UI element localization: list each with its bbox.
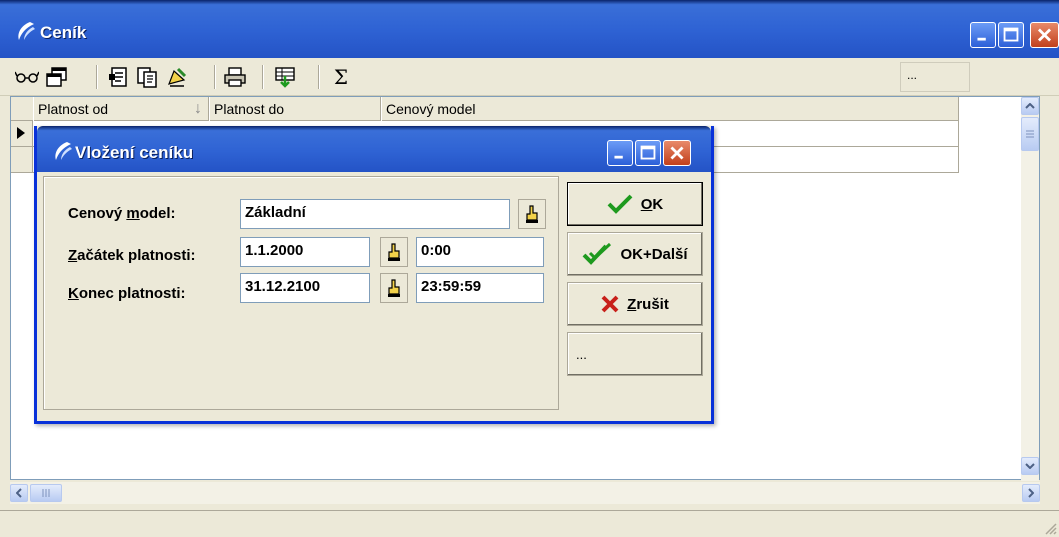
model-label: Cenový model:	[68, 205, 176, 222]
chevron-right-icon	[1028, 488, 1034, 498]
cross-icon	[601, 295, 619, 313]
maximize-button[interactable]	[998, 22, 1024, 48]
close-button[interactable]	[1030, 22, 1059, 48]
resize-grip-icon[interactable]	[1043, 521, 1057, 535]
column-header-platnost-od[interactable]: Platnost od ↓	[33, 97, 209, 121]
copy-record-button[interactable]	[134, 64, 160, 90]
toolbar-separator	[262, 65, 264, 89]
ok-button[interactable]: OK	[567, 182, 703, 226]
start-time-field[interactable]: 0:00	[416, 237, 544, 267]
new-record-button[interactable]	[106, 64, 132, 90]
check-icon	[607, 194, 633, 214]
pointing-hand-icon	[388, 243, 400, 261]
minimize-button[interactable]	[970, 22, 996, 48]
sort-down-icon: ↓	[194, 100, 202, 117]
pointing-hand-icon	[388, 279, 400, 297]
print-button[interactable]	[222, 64, 248, 90]
scroll-down-button[interactable]	[1021, 457, 1039, 475]
column-header-cenovy-model[interactable]: Cenový model	[381, 97, 959, 121]
hscroll-thumb[interactable]	[30, 484, 62, 502]
view-button[interactable]	[14, 64, 40, 90]
toolbar-separator	[318, 65, 320, 89]
toolbar-separator	[96, 65, 98, 89]
close-icon	[1037, 28, 1052, 42]
windows-button[interactable]	[44, 64, 70, 90]
grid-header: Platnost od ↓ Platnost do Cenový model	[11, 97, 959, 121]
chevron-up-icon	[1025, 103, 1035, 109]
maximize-icon	[1003, 27, 1019, 42]
minimize-icon	[977, 37, 986, 41]
sum-icon: Σ	[333, 65, 349, 89]
current-row-icon	[17, 127, 25, 139]
dialog-minimize-button[interactable]	[607, 140, 633, 166]
cancel-button[interactable]: Zrušit	[567, 282, 703, 326]
close-icon	[670, 146, 684, 160]
dialog-close-button[interactable]	[663, 140, 691, 166]
start-date-pick-button[interactable]	[380, 237, 408, 267]
end-time-field[interactable]: 23:59:59	[416, 273, 544, 303]
chevron-down-icon	[1025, 463, 1035, 469]
app-logo-icon	[55, 142, 72, 160]
model-pick-button[interactable]	[518, 199, 546, 229]
row-selector[interactable]	[11, 147, 33, 173]
scroll-right-button[interactable]	[1022, 484, 1040, 502]
ok-next-button[interactable]: OK+Další	[567, 232, 703, 276]
window-title: Ceník	[40, 23, 87, 42]
grip-icon	[42, 489, 50, 497]
scroll-thumb[interactable]	[1021, 117, 1039, 151]
scroll-left-button[interactable]	[10, 484, 28, 502]
glasses-icon	[15, 71, 39, 83]
sum-button[interactable]: Σ	[328, 64, 354, 90]
dialog-titlebar[interactable]: Vložení ceníku	[37, 126, 711, 172]
main-window: Ceník Σ ... Platnost od ↓ Platnost do Ce…	[0, 0, 1059, 537]
model-field[interactable]: Základní	[240, 199, 510, 229]
pointing-hand-icon	[526, 205, 538, 223]
minimize-icon	[614, 155, 623, 159]
edit-record-button[interactable]	[164, 64, 190, 90]
toolbar-more-field[interactable]: ...	[900, 62, 970, 92]
maximize-icon	[640, 145, 656, 160]
window-titlebar[interactable]: Ceník	[0, 0, 1059, 58]
start-label: Začátek platnosti:	[68, 247, 196, 264]
dialog-maximize-button[interactable]	[635, 140, 661, 166]
more-button[interactable]: ...	[567, 332, 703, 376]
toolbar-separator	[214, 65, 216, 89]
end-label: Konec platnosti:	[68, 285, 186, 302]
insert-price-list-dialog: Vložení ceníku Cenový model: Základní Za…	[34, 126, 714, 424]
edit-icon	[168, 67, 187, 87]
end-date-field[interactable]: 31.12.2100	[240, 273, 370, 303]
app-logo-icon	[18, 22, 35, 40]
column-header-platnost-do[interactable]: Platnost do	[209, 97, 381, 121]
windows-icon	[46, 67, 67, 87]
status-bar	[0, 510, 1059, 537]
document-icon	[109, 67, 127, 87]
start-date-field[interactable]: 1.1.2000	[240, 237, 370, 267]
export-button[interactable]	[272, 64, 298, 90]
chevron-left-icon	[16, 488, 22, 498]
vertical-scrollbar[interactable]	[1021, 97, 1039, 481]
scroll-up-button[interactable]	[1021, 97, 1039, 115]
export-icon	[275, 67, 295, 88]
dialog-title: Vložení ceníku	[75, 143, 194, 162]
fields-groupbox: Cenový model: Základní Začátek platnosti…	[43, 176, 559, 410]
row-selector-current[interactable]	[11, 121, 33, 147]
horizontal-scrollbar[interactable]	[10, 482, 1040, 504]
grip-icon	[1026, 130, 1034, 138]
double-check-icon	[583, 243, 612, 265]
end-date-pick-button[interactable]	[380, 273, 408, 303]
copy-icon	[137, 67, 157, 88]
print-icon	[224, 67, 246, 87]
